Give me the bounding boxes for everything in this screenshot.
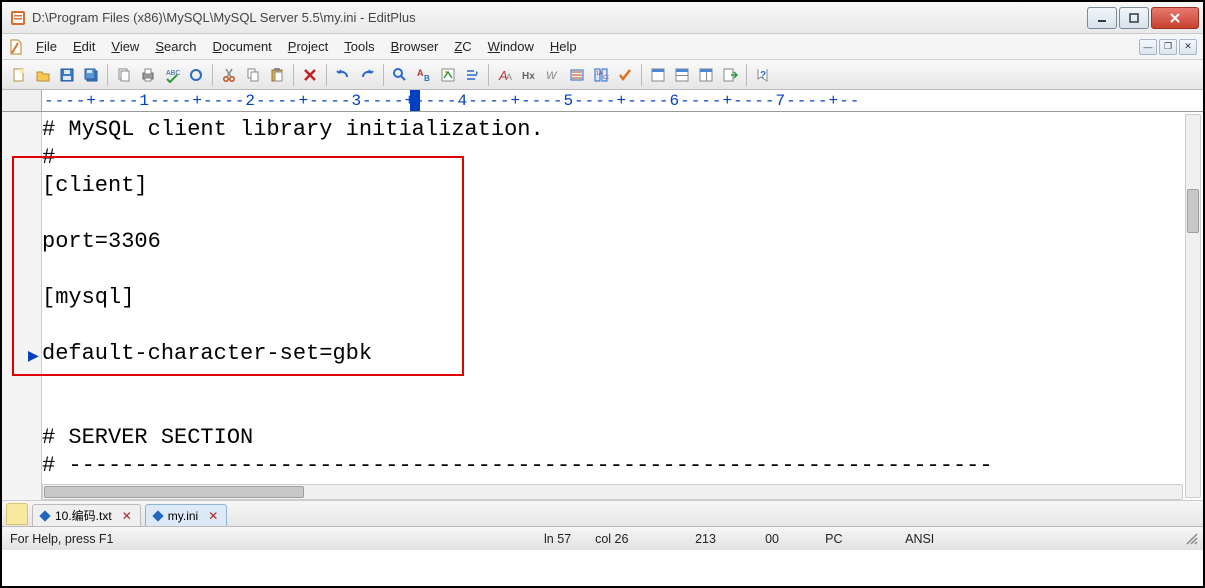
svg-text:1A: 1A: [596, 71, 603, 77]
svg-text:A: A: [417, 68, 424, 78]
doc-icon: [8, 39, 24, 55]
wordwrap-button[interactable]: W: [542, 64, 564, 86]
status-bar: For Help, press F1 ln 57 col 26 213 00 P…: [2, 526, 1203, 550]
browser-button[interactable]: [437, 64, 459, 86]
menu-view[interactable]: View: [103, 37, 147, 56]
menu-zc[interactable]: ZC: [446, 37, 479, 56]
doc-tab-label: 10.编码.txt: [55, 507, 112, 524]
window-title: D:\Program Files (x86)\MySQL\MySQL Serve…: [32, 10, 1085, 25]
svg-text:W: W: [546, 70, 558, 82]
ruler-caret: [410, 90, 420, 112]
status-line: ln 57: [532, 532, 583, 546]
mdi-close-button[interactable]: ✕: [1179, 39, 1197, 55]
close-tab-icon[interactable]: ✕: [208, 509, 218, 523]
copy2-button[interactable]: [242, 64, 264, 86]
refresh-button[interactable]: [185, 64, 207, 86]
status-length: 213: [683, 532, 753, 546]
status-os: PC: [813, 532, 893, 546]
mdi-restore-button[interactable]: ❐: [1159, 39, 1177, 55]
doc-tab-1[interactable]: my.ini ✕: [145, 504, 228, 526]
svg-text:?: ?: [760, 70, 766, 81]
ruler: ----+----1----+----2----+----3----+----4…: [2, 90, 1203, 112]
menu-project[interactable]: Project: [280, 37, 336, 56]
check-button[interactable]: [614, 64, 636, 86]
gutter: ▶: [2, 112, 42, 500]
cut-button[interactable]: [218, 64, 240, 86]
print-button[interactable]: [137, 64, 159, 86]
compare-button[interactable]: 1ACD: [590, 64, 612, 86]
horizontal-scrollbar[interactable]: [42, 484, 1183, 500]
menu-document[interactable]: Document: [205, 37, 280, 56]
spellcheck-button[interactable]: ABC: [161, 64, 183, 86]
menu-help[interactable]: Help: [542, 37, 585, 56]
find-button[interactable]: [389, 64, 411, 86]
menu-file[interactable]: File: [28, 37, 65, 56]
ruler-text: ----+----1----+----2----+----3----+----4…: [44, 92, 860, 110]
editor-area: ▶ # MySQL client library initialization.…: [2, 112, 1203, 500]
document-tab-bar: 10.编码.txt ✕ my.ini ✕: [2, 500, 1203, 526]
title-bar: D:\Program Files (x86)\MySQL\MySQL Serve…: [2, 2, 1203, 34]
resize-grip-icon[interactable]: [1185, 532, 1199, 546]
menu-browser[interactable]: Browser: [383, 37, 447, 56]
redo-button[interactable]: [356, 64, 378, 86]
menu-bar: File Edit View Search Document Project T…: [2, 34, 1203, 60]
maximize-button[interactable]: [1119, 7, 1149, 29]
paste-button[interactable]: [266, 64, 288, 86]
svg-text:B: B: [424, 74, 430, 83]
copy-button[interactable]: [113, 64, 135, 86]
doc-modified-icon: [39, 510, 50, 521]
doc-tab-0[interactable]: 10.编码.txt ✕: [32, 504, 141, 526]
svg-text:A: A: [506, 72, 512, 82]
svg-text:Hx: Hx: [522, 71, 535, 82]
window3-button[interactable]: [695, 64, 717, 86]
vertical-scrollbar[interactable]: [1185, 114, 1201, 498]
menu-window[interactable]: Window: [480, 37, 542, 56]
mdi-minimize-button[interactable]: —: [1139, 39, 1157, 55]
save-button[interactable]: [56, 64, 78, 86]
doc-tab-label: my.ini: [168, 509, 198, 523]
export-button[interactable]: [719, 64, 741, 86]
find-replace-button[interactable]: AB: [413, 64, 435, 86]
undo-button[interactable]: [332, 64, 354, 86]
toolbar: ABC AB AA Hx W 1ACD ?: [2, 60, 1203, 90]
window2-button[interactable]: [671, 64, 693, 86]
font-button[interactable]: AA: [494, 64, 516, 86]
horizontal-scroll-thumb[interactable]: [44, 486, 304, 498]
close-button[interactable]: [1151, 7, 1199, 29]
status-encoding: ANSI: [893, 532, 973, 546]
save-all-button[interactable]: [80, 64, 102, 86]
tab-area-handle[interactable]: [6, 503, 28, 525]
menu-tools[interactable]: Tools: [336, 37, 382, 56]
toggle-button[interactable]: [461, 64, 483, 86]
bookmark-button[interactable]: [566, 64, 588, 86]
editor-content[interactable]: # MySQL client library initialization. #…: [42, 112, 1183, 482]
window-buttons: [1085, 7, 1199, 29]
current-line-marker: ▶: [28, 347, 39, 364]
delete-button[interactable]: [299, 64, 321, 86]
help-button[interactable]: ?: [752, 64, 774, 86]
menu-search[interactable]: Search: [147, 37, 204, 56]
status-mode: 00: [753, 532, 813, 546]
status-help: For Help, press F1: [2, 532, 532, 546]
open-file-button[interactable]: [32, 64, 54, 86]
hex-button[interactable]: Hx: [518, 64, 540, 86]
menu-edit[interactable]: Edit: [65, 37, 103, 56]
close-tab-icon[interactable]: ✕: [122, 509, 132, 523]
svg-text:CD: CD: [603, 75, 609, 81]
new-file-button[interactable]: [8, 64, 30, 86]
doc-modified-icon: [152, 510, 163, 521]
minimize-button[interactable]: [1087, 7, 1117, 29]
svg-text:ABC: ABC: [166, 70, 180, 77]
vertical-scroll-thumb[interactable]: [1187, 189, 1199, 233]
status-col: col 26: [583, 532, 683, 546]
app-icon: [10, 10, 26, 26]
window1-button[interactable]: [647, 64, 669, 86]
